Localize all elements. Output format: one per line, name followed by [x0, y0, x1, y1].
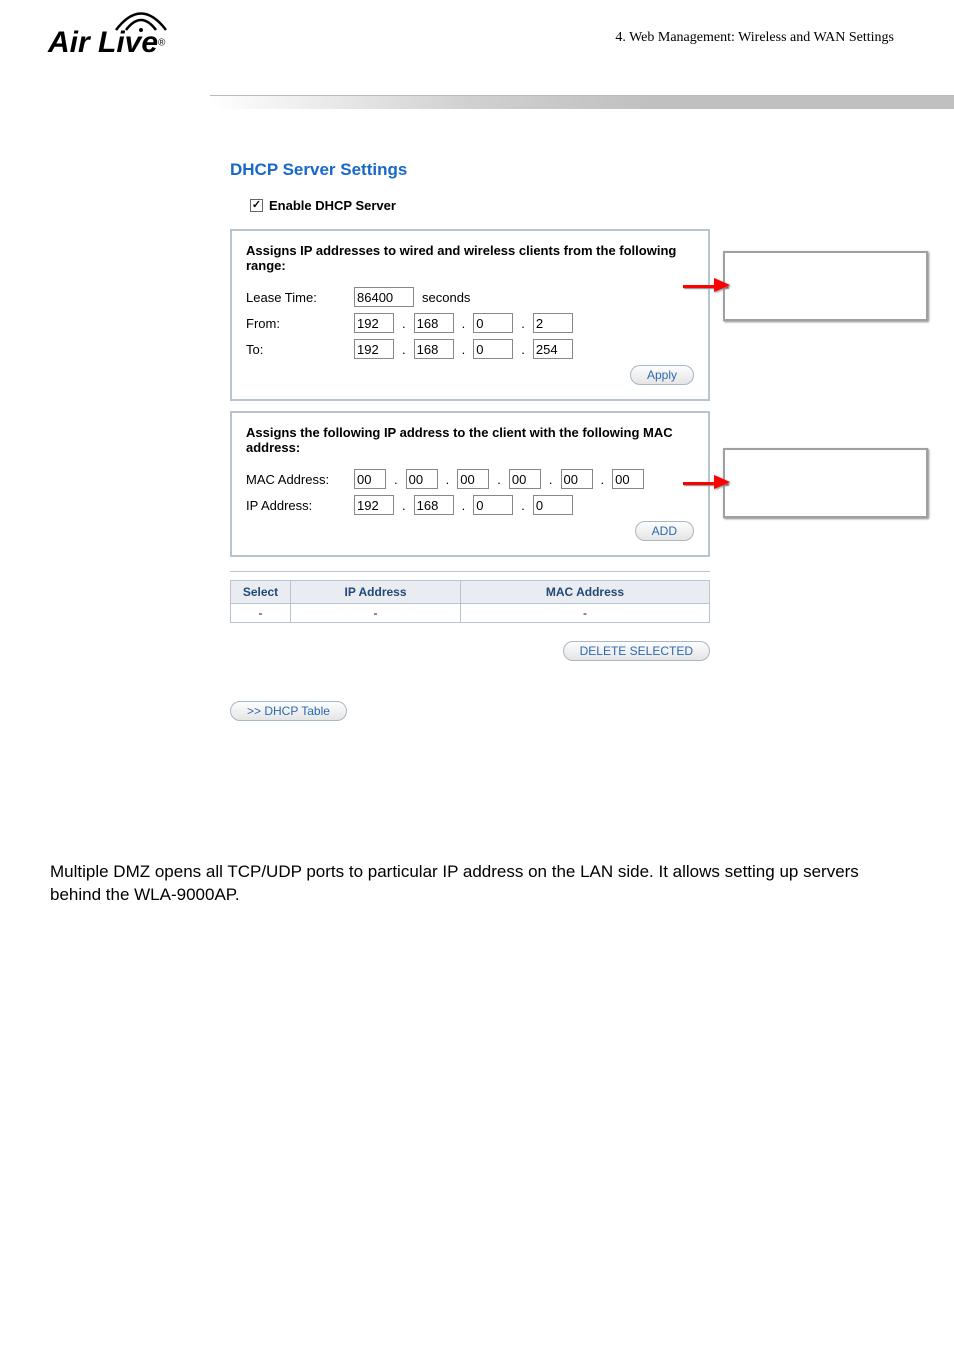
delete-selected-button[interactable]: DELETE SELECTED	[563, 641, 710, 661]
section-title: DHCP Server Settings	[230, 160, 894, 180]
to-octet-1[interactable]	[354, 339, 394, 359]
brand-logo: Air Live®	[48, 8, 165, 60]
to-octet-3[interactable]	[473, 339, 513, 359]
to-octet-2[interactable]	[414, 339, 454, 359]
col-mac: MAC Address	[461, 581, 710, 604]
lease-time-label: Lease Time:	[246, 290, 346, 305]
mac-octet-5[interactable]	[561, 469, 593, 489]
chapter-label: 4. Web Management: Wireless and WAN Sett…	[615, 30, 894, 46]
reservation-table-area: Select IP Address MAC Address - - - DELE…	[230, 580, 710, 721]
cell-select: -	[231, 604, 291, 623]
col-ip: IP Address	[291, 581, 461, 604]
page-header: 4. Web Management: Wireless and WAN Sett…	[0, 0, 954, 130]
static-ip-4[interactable]	[533, 495, 573, 515]
divider	[230, 571, 710, 572]
from-label: From:	[246, 316, 346, 331]
callout-box-1	[723, 251, 928, 321]
static-ip-1[interactable]	[354, 495, 394, 515]
enable-dhcp-label: Enable DHCP Server	[269, 198, 396, 213]
header-divider	[210, 95, 954, 109]
static-ip-2[interactable]	[414, 495, 454, 515]
to-label: To:	[246, 342, 346, 357]
from-octet-2[interactable]	[414, 313, 454, 333]
mac-octet-3[interactable]	[457, 469, 489, 489]
lease-time-unit: seconds	[422, 290, 470, 305]
cell-mac: -	[461, 604, 710, 623]
range-panel-title: Assigns IP addresses to wired and wirele…	[246, 243, 694, 273]
reservation-table: Select IP Address MAC Address - - -	[230, 580, 710, 623]
wifi-arc-icon	[111, 5, 171, 33]
callout-box-2	[723, 448, 928, 518]
col-select: Select	[231, 581, 291, 604]
from-octet-4[interactable]	[533, 313, 573, 333]
mac-octet-1[interactable]	[354, 469, 386, 489]
apply-button[interactable]: Apply	[630, 365, 694, 385]
static-ip-3[interactable]	[473, 495, 513, 515]
mac-octet-2[interactable]	[406, 469, 438, 489]
from-octet-1[interactable]	[354, 313, 394, 333]
enable-dhcp-checkbox[interactable]: ✓	[250, 199, 263, 212]
mac-octet-4[interactable]	[509, 469, 541, 489]
dhcp-static-panel: Assigns the following IP address to the …	[230, 411, 710, 557]
registered-icon: ®	[158, 38, 165, 49]
table-row: - - -	[231, 604, 710, 623]
enable-dhcp-row: ✓ Enable DHCP Server	[250, 198, 894, 213]
lease-time-input[interactable]	[354, 287, 414, 307]
mac-octet-6[interactable]	[612, 469, 644, 489]
static-panel-title: Assigns the following IP address to the …	[246, 425, 694, 455]
dhcp-table-button[interactable]: >> DHCP Table	[230, 701, 347, 721]
static-ip-label: IP Address:	[246, 498, 346, 513]
mac-label: MAC Address:	[246, 472, 346, 487]
cell-ip: -	[291, 604, 461, 623]
arrow-icon	[714, 475, 730, 489]
body-paragraph: Multiple DMZ opens all TCP/UDP ports to …	[50, 861, 904, 907]
dhcp-range-panel: Assigns IP addresses to wired and wirele…	[230, 229, 710, 401]
from-octet-3[interactable]	[473, 313, 513, 333]
to-octet-4[interactable]	[533, 339, 573, 359]
arrow-icon	[714, 278, 730, 292]
add-button[interactable]: ADD	[635, 521, 694, 541]
